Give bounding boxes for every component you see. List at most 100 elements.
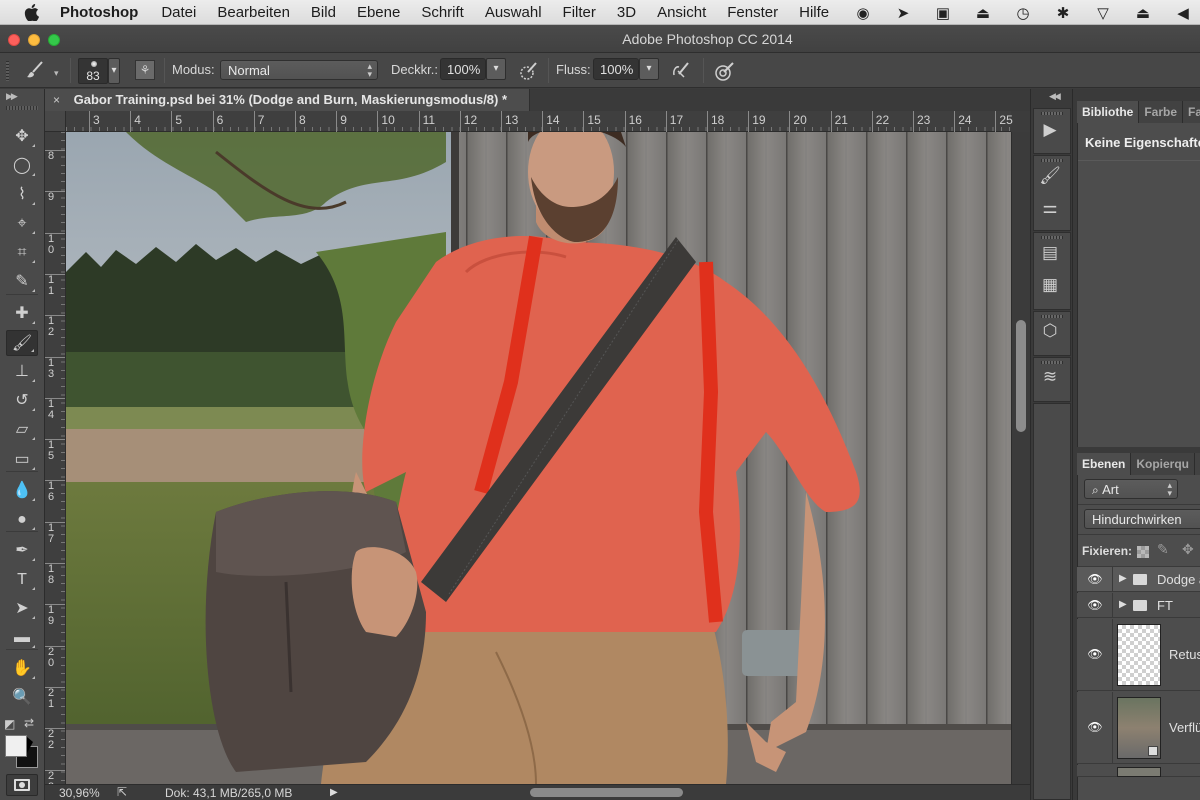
menu-filter[interactable]: Filter [563,4,596,21]
layer-row-partial[interactable] [1077,765,1200,777]
horizontal-ruler[interactable]: 3 4 5 6 7 8 9 10 11 12 13 14 15 16 17 18 19 20 21 22 23 24 25 [66,111,1013,132]
history-brush-tool[interactable]: ↺ [6,388,38,414]
document-tab[interactable]: × Gabor Training.psd bei 31% (Dodge and … [45,89,530,111]
tab-farbe[interactable]: Farbe [1139,101,1184,123]
options-bar-grip[interactable] [6,61,9,81]
opacity-slider-button[interactable]: ▾ [486,58,506,80]
mode-select[interactable]: Normal ▴ ▾ [220,60,378,80]
elliptical-marquee-tool[interactable]: ◯ [6,153,38,179]
quick-selection-tool[interactable]: ⌖ [6,211,38,237]
healing-brush-tool[interactable]: ✚ [6,301,38,327]
brush-picker-dropdown-button[interactable]: ▾ [108,58,120,84]
menu-hilfe[interactable]: Hilfe [799,4,829,21]
menu-bild[interactable]: Bild [311,4,336,21]
layer-thumbnail-transparent[interactable] [1117,624,1161,686]
flow-input[interactable]: 100% [593,58,639,80]
layer-visibility-eye-icon[interactable]: 👁 [1087,598,1103,612]
time-machine-icon[interactable]: ◷ [1012,4,1034,22]
layer-visibility-eye-icon[interactable]: 👁 [1087,647,1103,661]
vertical-scrollbar[interactable] [1011,132,1030,784]
brush-tool-preset-icon[interactable] [24,60,46,82]
expand-group-icon[interactable]: ▶ [1119,599,1127,610]
expand-group-icon[interactable]: ▶ [1119,573,1127,584]
menu-datei[interactable]: Datei [161,4,196,21]
share-icon[interactable]: ⇱ [117,785,127,799]
blend-mode-select[interactable]: Hindurchwirken [1084,509,1200,529]
brushes-icon[interactable]: 🖌 [1039,165,1061,187]
tab-farbfelder[interactable]: Far [1183,101,1200,123]
flow-slider-button[interactable]: ▾ [639,58,659,80]
pressure-size-icon[interactable] [714,60,736,82]
character-icon[interactable]: ▤ [1039,242,1061,264]
toolbox-collapse-icon[interactable]: ▶▶ [6,91,18,102]
menu-bearbeiten[interactable]: Bearbeiten [217,4,290,21]
rectangle-tool[interactable]: ▬ [6,625,38,651]
quick-mask-button[interactable] [6,774,38,796]
rotate-view-tool[interactable]: ✋ [6,656,38,682]
ruler-origin[interactable] [45,111,66,132]
opacity-input[interactable]: 100% [440,58,486,80]
airplay-icon[interactable]: ⏏ [972,4,994,22]
status-menu-arrow-icon[interactable]: ▶ [330,787,338,798]
swap-colors-icon[interactable]: ⇄ [24,716,34,730]
eraser-tool[interactable]: ▱ [6,417,38,443]
record-icon[interactable]: ◉ [852,4,874,22]
tab-kopierquelle[interactable]: Kopierqu [1131,453,1196,475]
bluetooth-icon[interactable]: ✱ [1052,4,1074,22]
lock-position-icon[interactable]: ✥ [1182,541,1194,558]
airbrush-icon[interactable] [670,60,692,82]
menu-auswahl[interactable]: Auswahl [485,4,542,21]
layer-row[interactable]: 👁 Retusche [1077,619,1200,691]
dodge-tool[interactable]: ● [6,507,38,533]
dock-collapse-icon[interactable]: ◀◀ [1049,91,1061,102]
menu-fenster[interactable]: Fenster [727,4,778,21]
wifi-icon[interactable]: ▽ [1092,4,1114,22]
arrows-icon[interactable]: ➤ [892,4,914,22]
brush-tool[interactable]: 🖌 [6,330,38,356]
layer-row[interactable]: 👁 Verflüssigen [1077,692,1200,764]
brush-size-picker[interactable]: 83 [78,58,108,84]
lock-transparent-pixels-icon[interactable] [1137,546,1149,558]
gradient-tool[interactable]: ▭ [6,447,38,473]
brush-presets-icon[interactable]: ⚌ [1039,197,1061,219]
menu-ansicht[interactable]: Ansicht [657,4,706,21]
pressure-opacity-icon[interactable] [518,60,540,82]
menu-ebene[interactable]: Ebene [357,4,400,21]
close-document-icon[interactable]: × [53,93,60,107]
horizontal-scrollbar-thumb[interactable] [530,788,683,797]
menu-photoshop[interactable]: Photoshop [60,4,138,21]
layer-thumbnail-photo[interactable] [1117,767,1161,777]
layer-row[interactable]: 👁 ▶ Dodge and Burn [1077,567,1200,592]
tab-ebenen[interactable]: Ebenen [1077,453,1132,475]
type-tool[interactable]: T [6,567,38,593]
battery-plug-icon[interactable]: ▣ [932,4,954,22]
tab-more[interactable]: I [1195,453,1200,475]
layer-filter-select[interactable]: ⌕ Art ▴ ▾ [1084,479,1178,499]
default-colors-icon[interactable]: ◩ [4,717,15,731]
eyedropper-tool[interactable]: ✎ [6,269,38,295]
vertical-scrollbar-thumb[interactable] [1016,320,1026,432]
polygonal-lasso-tool[interactable]: ⌇ [6,182,38,208]
crop-tool[interactable]: ⌗ [6,240,38,266]
tool-preset-dropdown-icon[interactable]: ▾ [54,68,59,79]
brush-panel-toggle-icon[interactable]: ⚘ [135,60,155,80]
vertical-ruler[interactable]: 8 9 10 11 12 13 14 15 16 17 18 19 20 21 22 23 [45,132,66,784]
layer-row[interactable]: 👁 ▶ FT [1077,593,1200,618]
zoom-tool[interactable]: 🔍 [6,685,38,711]
layer-thumbnail-photo[interactable] [1117,697,1161,759]
menu-3d[interactable]: 3D [617,4,636,21]
menu-schrift[interactable]: Schrift [421,4,464,21]
toolbox-grip[interactable] [6,106,38,110]
apple-menu-icon[interactable] [22,3,40,21]
actions-play-icon[interactable]: ▶ [1039,119,1061,141]
foreground-color-swatch[interactable] [5,735,27,757]
blur-tool[interactable]: 💧 [6,478,38,504]
path-selection-tool[interactable]: ➤ [6,596,38,622]
clone-stamp-tool[interactable]: ⊥ [6,359,38,385]
move-tool[interactable]: ✥ [6,124,38,150]
3d-cube-icon[interactable]: ⬡ [1039,320,1061,342]
layer-visibility-eye-icon[interactable]: 👁 [1087,720,1103,734]
tab-bibliotheken[interactable]: Bibliothe [1077,101,1140,123]
notes-icon[interactable]: ▦ [1039,274,1061,296]
layer-visibility-eye-icon[interactable]: 👁 [1087,572,1103,586]
